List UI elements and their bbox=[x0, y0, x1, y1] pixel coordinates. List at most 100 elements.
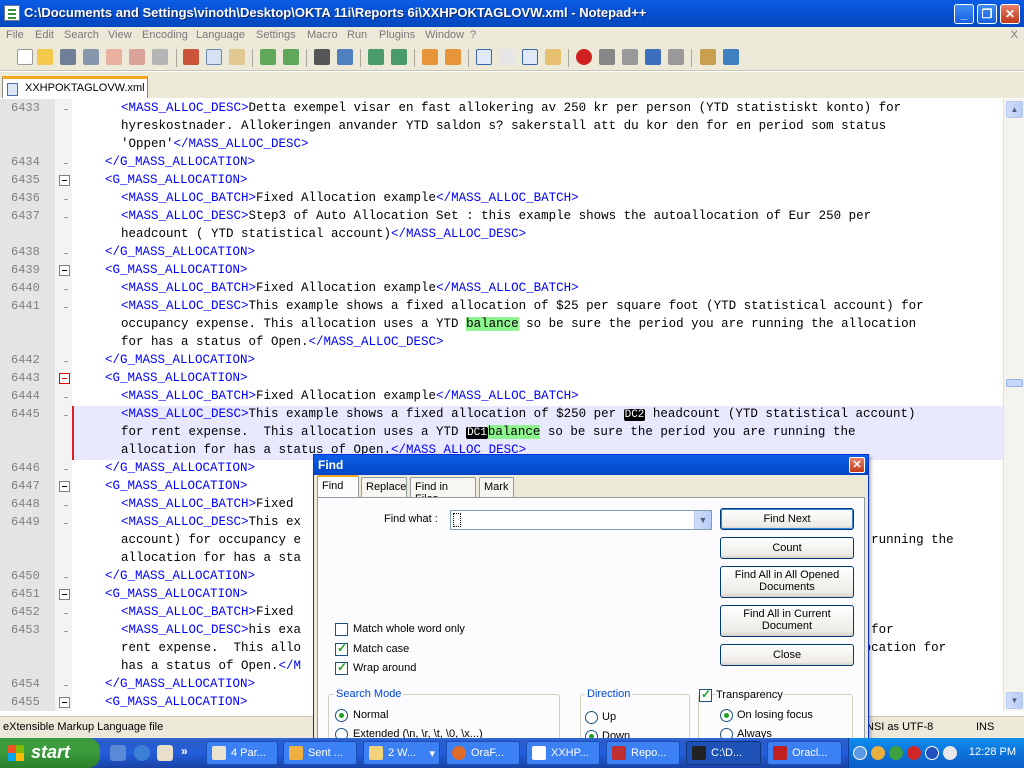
paste-icon[interactable] bbox=[229, 49, 245, 65]
notepad-icon[interactable] bbox=[157, 745, 173, 761]
menu-encoding[interactable]: Encoding bbox=[142, 29, 188, 41]
scroll-up-icon[interactable]: ▲ bbox=[1006, 101, 1023, 118]
code-line[interactable]: 6437 <MASS_ALLOC_DESC>Step3 of Auto Alloc… bbox=[0, 208, 1003, 226]
code-line[interactable]: 6442 </G_MASS_ALLOCATION> bbox=[0, 352, 1003, 370]
task-item[interactable]: XXHP... bbox=[526, 741, 600, 765]
task-item-active[interactable]: C:\D... bbox=[686, 741, 761, 765]
menu-macro[interactable]: Macro bbox=[307, 29, 338, 41]
internet-explorer-icon[interactable] bbox=[134, 745, 150, 761]
code-line[interactable]: 6440 <MASS_ALLOC_BATCH>Fixed Allocation e… bbox=[0, 280, 1003, 298]
menu-file[interactable]: File bbox=[6, 29, 24, 41]
fold-toggle-icon[interactable] bbox=[59, 481, 70, 492]
start-button[interactable]: start bbox=[0, 738, 100, 768]
code-line[interactable]: 6444 <MASS_ALLOC_BATCH>Fixed Allocation e… bbox=[0, 388, 1003, 406]
antivirus-icon[interactable] bbox=[907, 746, 921, 760]
code-line[interactable]: 6434 </G_MASS_ALLOCATION> bbox=[0, 154, 1003, 172]
cut-icon[interactable] bbox=[183, 49, 199, 65]
zoom-out-icon[interactable] bbox=[391, 49, 407, 65]
fold-toggle-icon[interactable] bbox=[59, 589, 70, 600]
whole-word-checkbox[interactable] bbox=[335, 623, 348, 636]
find-next-button[interactable]: Find Next bbox=[720, 508, 854, 530]
plugin-icon[interactable] bbox=[700, 49, 716, 65]
fold-toggle-icon[interactable] bbox=[59, 175, 70, 186]
show-desktop-icon[interactable] bbox=[110, 745, 126, 761]
zoom-in-icon[interactable] bbox=[368, 49, 384, 65]
task-item[interactable]: Sent ... bbox=[283, 741, 357, 765]
new-file-icon[interactable] bbox=[17, 49, 33, 65]
fold-toggle-icon[interactable] bbox=[59, 265, 70, 276]
code-line[interactable]: for rent expense. This allocation uses a… bbox=[72, 424, 1003, 442]
tray-misc-icon[interactable] bbox=[943, 746, 957, 760]
stop-macro-icon[interactable] bbox=[599, 49, 615, 65]
find-dialog-title-bar[interactable]: Find ✕ bbox=[314, 455, 868, 475]
notepad-plus-plus-icon[interactable] bbox=[4, 5, 20, 21]
code-line[interactable]: for has a status of Open.</MASS_ALLOC_DE… bbox=[0, 334, 1003, 352]
sync-vertical-icon[interactable] bbox=[422, 49, 438, 65]
indent-guide-icon[interactable] bbox=[522, 49, 538, 65]
code-line[interactable]: 6445 <MASS_ALLOC_DESC>This example shows … bbox=[11, 406, 1003, 424]
vertical-scrollbar[interactable]: ▲ ▼ bbox=[1003, 99, 1024, 711]
show-all-chars-icon[interactable] bbox=[499, 49, 515, 65]
play-macro-icon[interactable] bbox=[622, 49, 638, 65]
match-case-checkbox[interactable] bbox=[335, 641, 348, 656]
scroll-thumb[interactable] bbox=[1006, 379, 1023, 387]
menu-search[interactable]: Search bbox=[64, 29, 99, 41]
task-item[interactable]: 2 W... ▾ bbox=[363, 741, 440, 765]
code-line[interactable]: 6436 <MASS_ALLOC_BATCH>Fixed Allocation e… bbox=[0, 190, 1003, 208]
dialog-close-button[interactable]: Close bbox=[720, 644, 854, 666]
open-file-icon[interactable] bbox=[37, 49, 53, 65]
code-line[interactable]: headcount ( YTD statistical account)</MA… bbox=[0, 226, 1003, 244]
close-file-icon[interactable] bbox=[106, 49, 122, 65]
redo-icon[interactable] bbox=[283, 49, 299, 65]
tray-app-icon[interactable] bbox=[871, 746, 885, 760]
up-radio[interactable] bbox=[585, 711, 598, 724]
code-line[interactable]: 6438 </G_MASS_ALLOCATION> bbox=[0, 244, 1003, 262]
menu-window[interactable]: Window bbox=[425, 29, 464, 41]
code-line[interactable]: 6433 <MASS_ALLOC_DESC>Detta exempel visar… bbox=[0, 100, 1003, 118]
tab-find-in-files[interactable]: Find in Files bbox=[410, 477, 476, 505]
code-line[interactable]: hyreskostnader. Allokeringen anvander YT… bbox=[0, 118, 1003, 136]
close-button[interactable]: ✕ bbox=[1000, 4, 1020, 24]
code-line[interactable]: 6443 <G_MASS_ALLOCATION> bbox=[0, 370, 1003, 388]
code-line[interactable]: occupancy expense. This allocation uses … bbox=[0, 316, 1003, 334]
tray-expand-icon[interactable] bbox=[853, 746, 867, 760]
menu-edit[interactable]: Edit bbox=[35, 29, 54, 41]
network-icon[interactable] bbox=[889, 746, 903, 760]
fold-toggle-icon[interactable] bbox=[59, 373, 70, 384]
maximize-button[interactable]: ❐ bbox=[977, 4, 997, 24]
chevron-down-icon[interactable]: ▼ bbox=[694, 511, 711, 529]
minimize-button[interactable]: _ bbox=[954, 4, 974, 24]
close-all-icon[interactable] bbox=[129, 49, 145, 65]
save-all-icon[interactable] bbox=[83, 49, 99, 65]
code-line[interactable]: 6439 <G_MASS_ALLOCATION> bbox=[0, 262, 1003, 280]
menu-close-document[interactable]: X bbox=[1011, 29, 1018, 41]
user-language-icon[interactable] bbox=[545, 49, 561, 65]
find-all-opened-button[interactable]: Find All in All Opened Documents bbox=[720, 566, 854, 598]
copy-icon[interactable] bbox=[206, 49, 222, 65]
dialog-close-icon[interactable]: ✕ bbox=[849, 457, 865, 473]
scroll-down-icon[interactable]: ▼ bbox=[1006, 692, 1023, 709]
wrap-around-checkbox[interactable] bbox=[335, 660, 348, 675]
task-item[interactable]: OraF... bbox=[446, 741, 520, 765]
menu-help[interactable]: ? bbox=[470, 29, 476, 41]
menu-run[interactable]: Run bbox=[347, 29, 367, 41]
task-item[interactable]: Oracl... bbox=[767, 741, 842, 765]
code-line[interactable]: 'Oppen'</MASS_ALLOC_DESC> bbox=[0, 136, 1003, 154]
run-macro-multiple-icon[interactable] bbox=[645, 49, 661, 65]
menu-view[interactable]: View bbox=[108, 29, 132, 41]
find-icon[interactable] bbox=[314, 49, 330, 65]
code-line[interactable]: 6441 <MASS_ALLOC_DESC>This example shows … bbox=[0, 298, 1003, 316]
transparency-checkbox[interactable] bbox=[699, 687, 712, 702]
code-line[interactable]: 6435 <G_MASS_ALLOCATION> bbox=[0, 172, 1003, 190]
sync-horizontal-icon[interactable] bbox=[445, 49, 461, 65]
tab-xxhpoktaglovw[interactable]: XXHPOKTAGLOVW.xml bbox=[2, 76, 148, 98]
record-macro-icon[interactable] bbox=[576, 49, 592, 65]
tab-mark[interactable]: Mark bbox=[479, 477, 514, 497]
fold-toggle-icon[interactable] bbox=[59, 697, 70, 708]
tab-replace[interactable]: Replace bbox=[361, 477, 407, 497]
on-losing-focus-radio[interactable] bbox=[720, 709, 733, 722]
print-icon[interactable] bbox=[152, 49, 168, 65]
spell-check-icon[interactable] bbox=[723, 49, 739, 65]
count-button[interactable]: Count bbox=[720, 537, 854, 559]
save-icon[interactable] bbox=[60, 49, 76, 65]
